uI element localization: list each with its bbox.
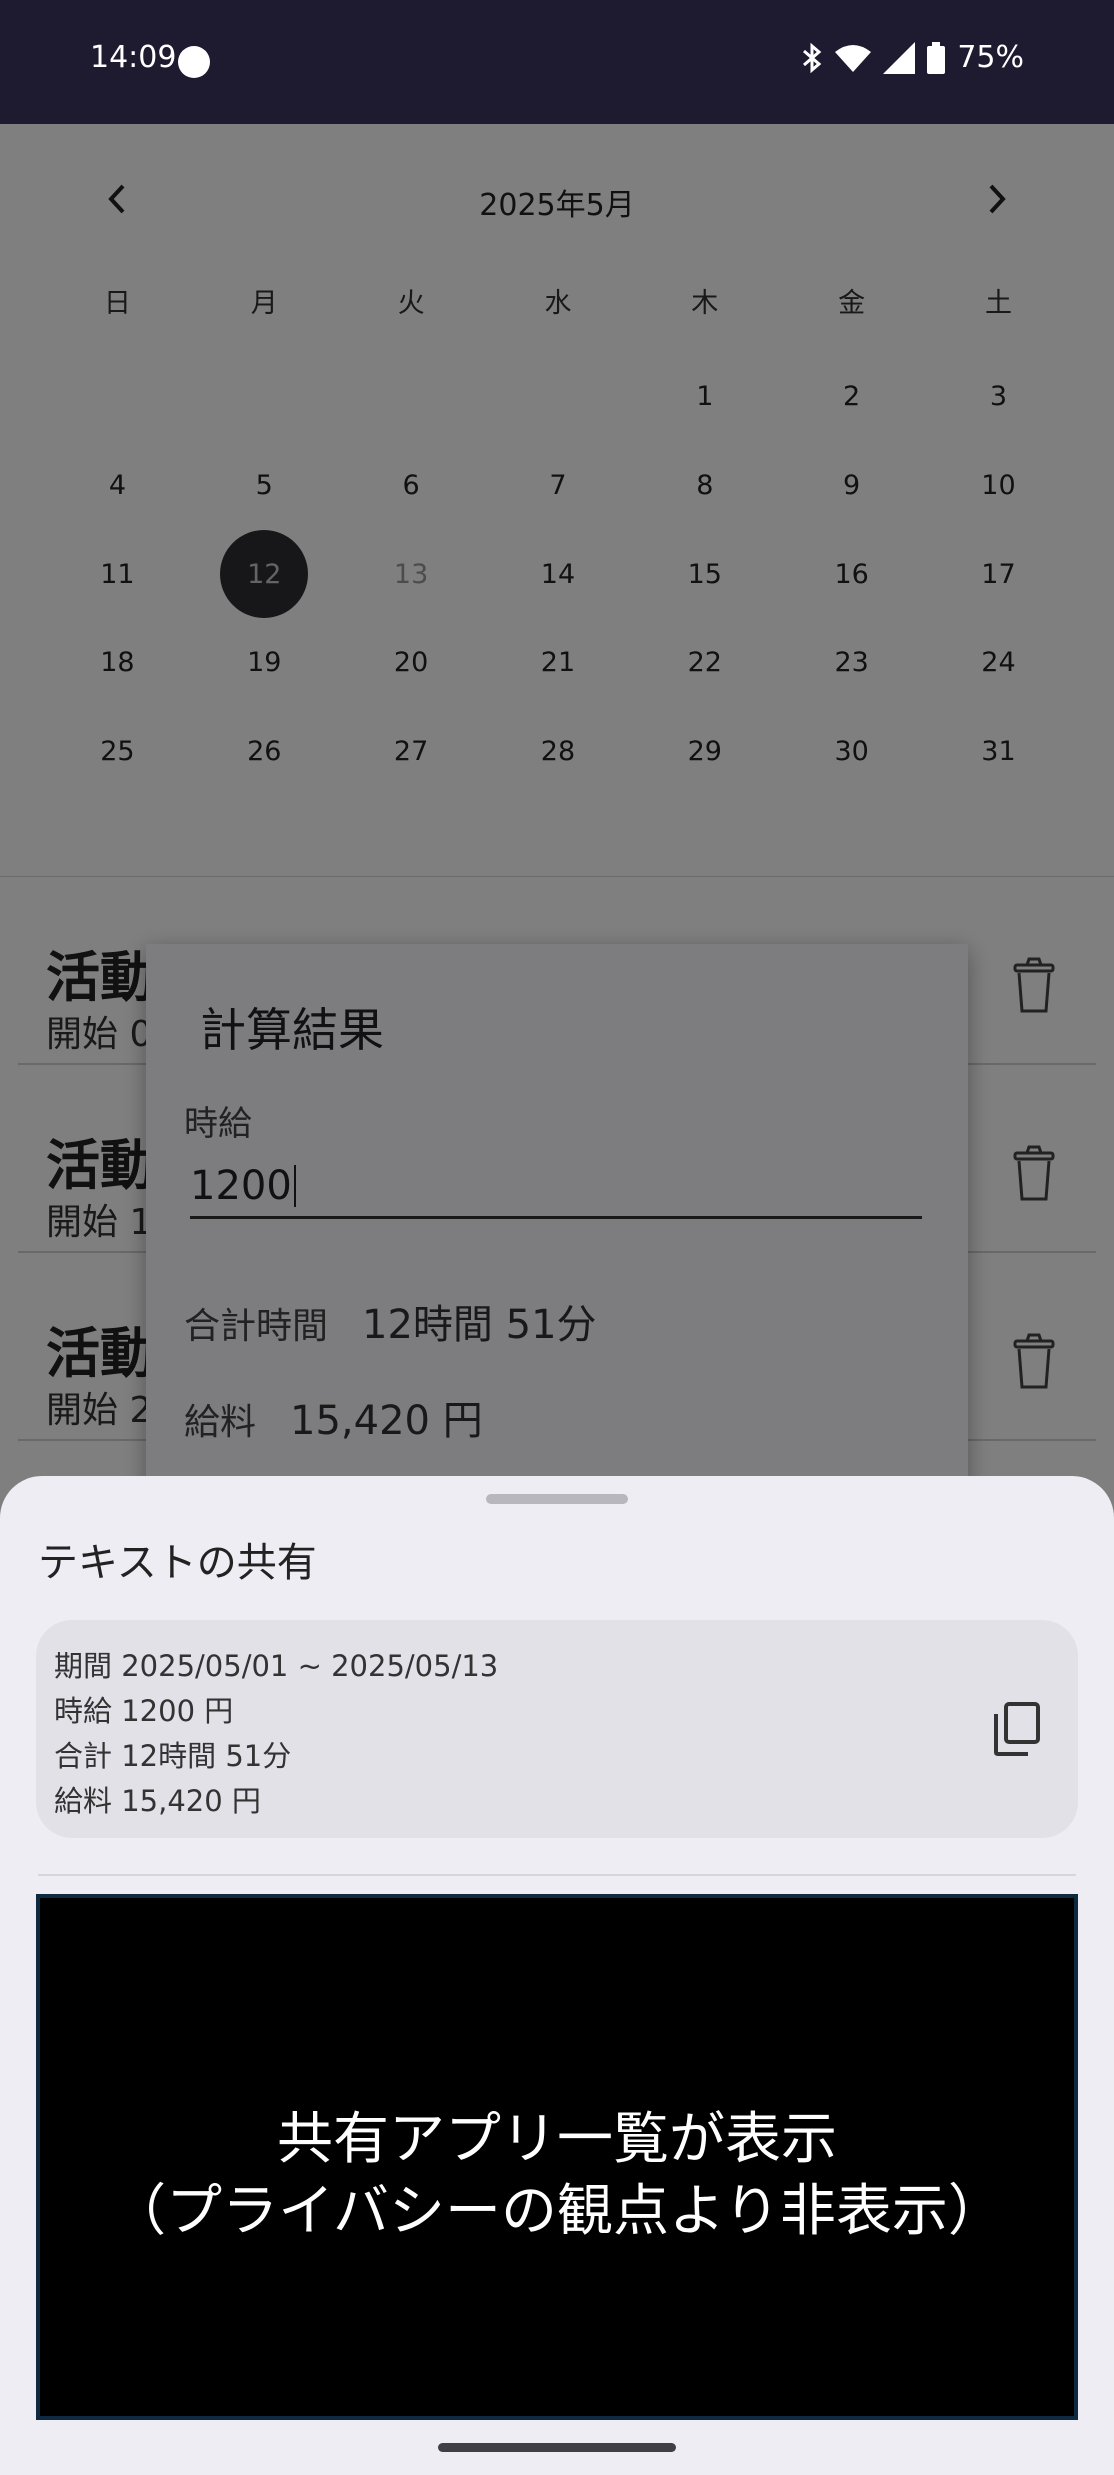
share-sheet: テキストの共有 期間 2025/05/01 ~ 2025/05/13 時給 12… (0, 1476, 1114, 2475)
divider (38, 1874, 1076, 1876)
bluetooth-icon (803, 42, 822, 73)
preview-line-total: 合計 12時間 51分 (54, 1739, 292, 1773)
copy-icon[interactable] (992, 1702, 1040, 1756)
wifi-icon (835, 44, 872, 72)
gesture-nav-handle[interactable] (438, 2443, 676, 2452)
status-icons: 75% (801, 40, 1024, 75)
battery-icon (927, 41, 946, 74)
preview-line-period: 期間 2025/05/01 ~ 2025/05/13 (54, 1649, 499, 1683)
share-apps-placeholder: 共有アプリ一覧が表示 （プライバシーの観点より非表示） (36, 1894, 1078, 2420)
preview-text: 期間 2025/05/01 ~ 2025/05/13 時給 1200 円 合計 … (54, 1644, 498, 1824)
apps-placeholder-line2: （プライバシーの観点より非表示） (110, 2179, 1004, 2244)
preview-line-salary: 給料 15,420 円 (54, 1784, 261, 1818)
notification-dot-icon (178, 46, 210, 78)
battery-percent: 75% (957, 40, 1024, 75)
status-time: 14:09 (90, 40, 177, 75)
drag-handle[interactable] (486, 1494, 628, 1504)
share-text-preview: 期間 2025/05/01 ~ 2025/05/13 時給 1200 円 合計 … (36, 1620, 1078, 1838)
apps-placeholder-line1: 共有アプリ一覧が表示 (277, 2107, 837, 2172)
preview-line-wage: 時給 1200 円 (54, 1694, 234, 1728)
cell-signal-icon (883, 41, 916, 74)
status-bar: 14:09 75% (0, 0, 1114, 124)
share-sheet-title: テキストの共有 (38, 1540, 317, 1586)
